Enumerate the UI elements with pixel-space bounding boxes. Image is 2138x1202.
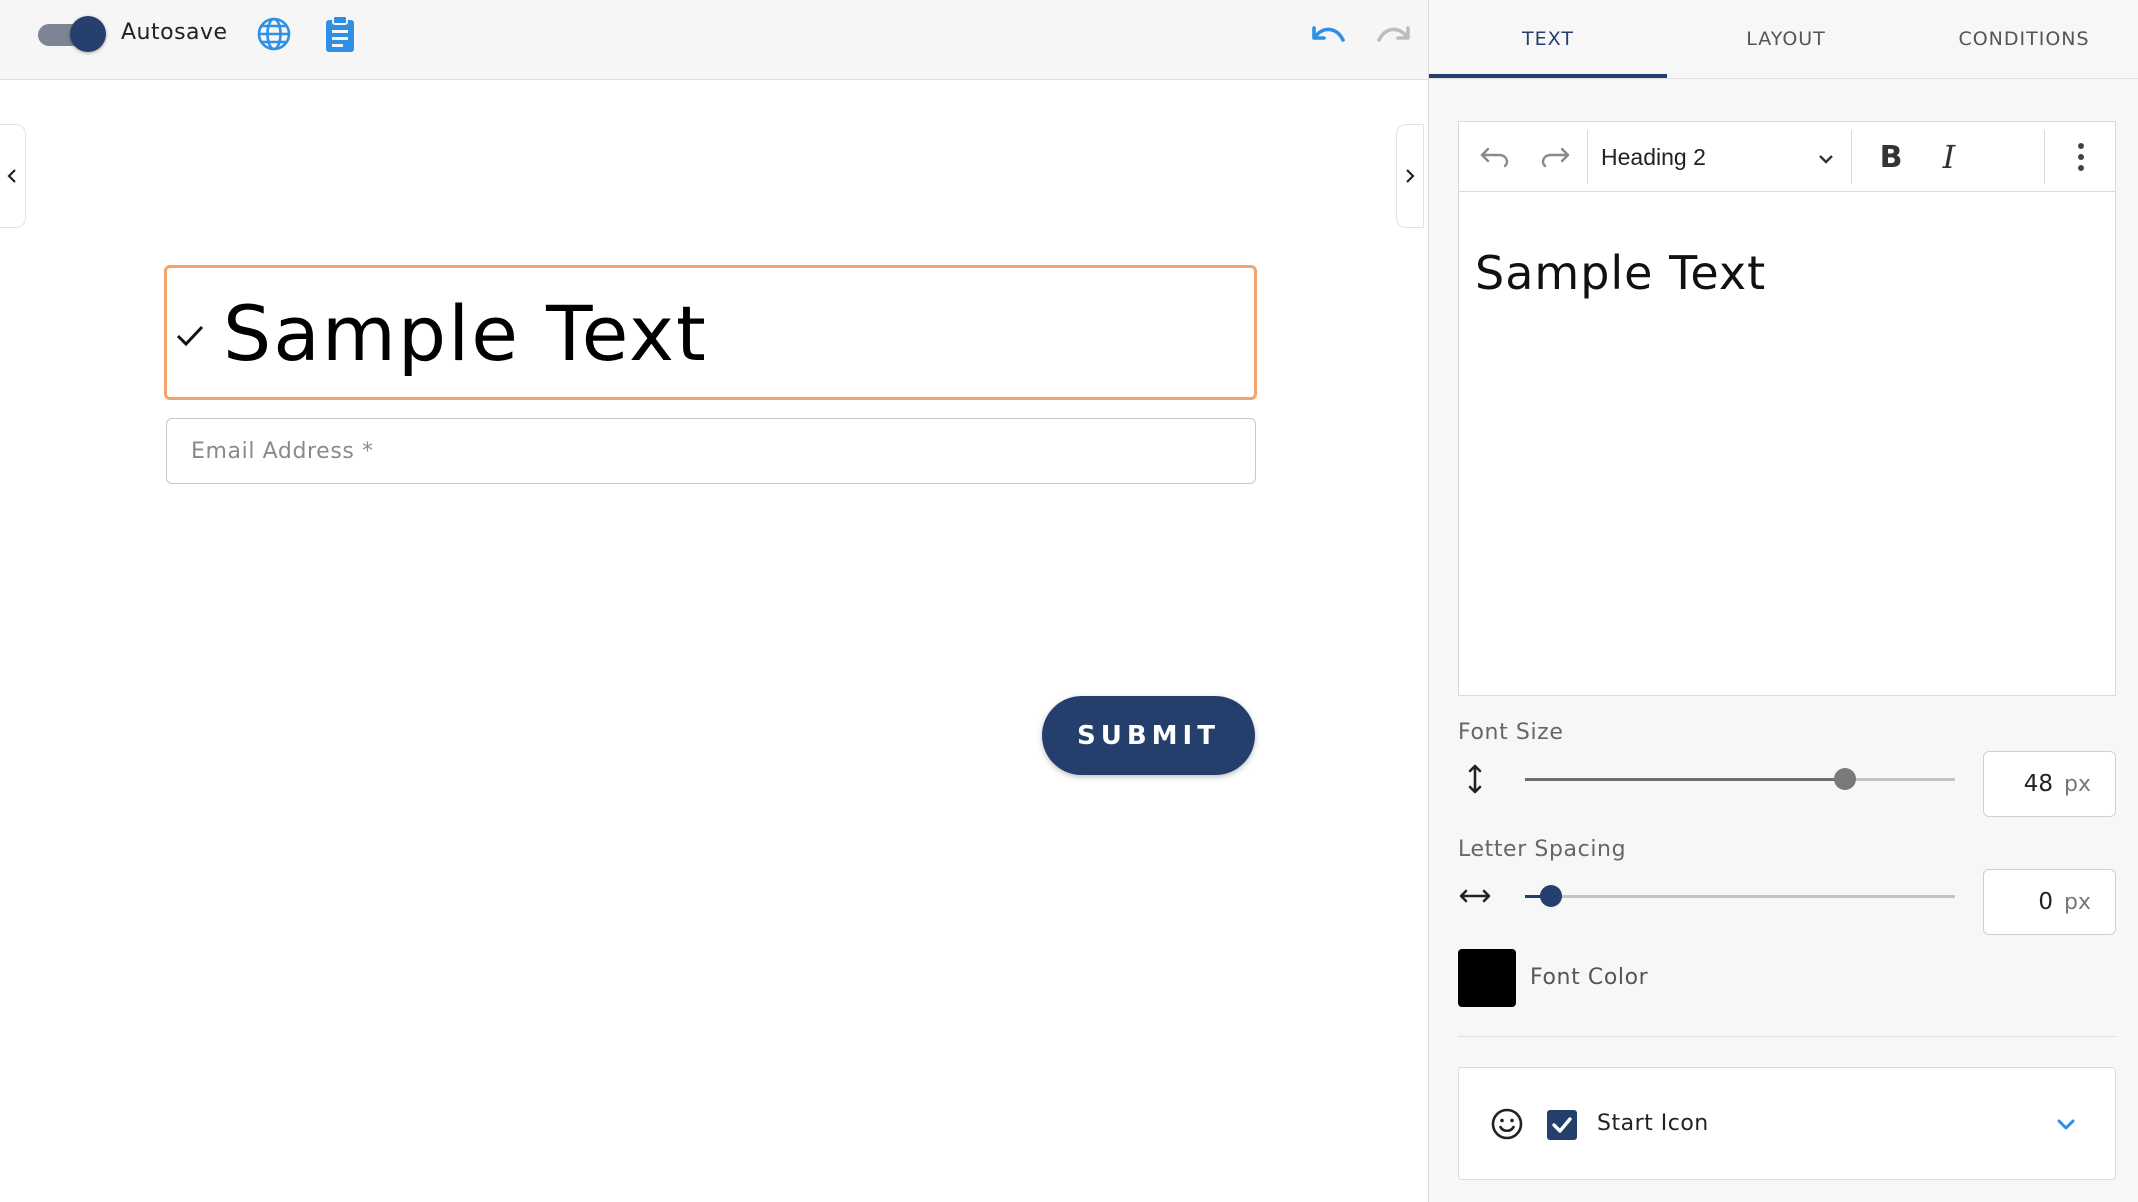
globe-icon[interactable]	[256, 16, 292, 52]
submit-button[interactable]: SUBMIT	[1042, 696, 1255, 775]
more-vertical-icon[interactable]	[2059, 136, 2103, 178]
start-icon-checkbox[interactable]	[1547, 1110, 1577, 1140]
checkmark-icon	[176, 325, 204, 347]
letter-spacing-value: 0	[2038, 889, 2053, 915]
slider-thumb[interactable]	[1539, 885, 1562, 907]
tab-text[interactable]: TEXT	[1429, 0, 1667, 78]
editor-content-text[interactable]: Sample Text	[1475, 246, 1766, 300]
start-icon-section: Start Icon	[1458, 1067, 2116, 1180]
letter-spacing-input[interactable]: 0 px	[1983, 869, 2116, 935]
font-size-value: 48	[2023, 771, 2053, 797]
block-style-dropdown[interactable]: Heading 2	[1601, 136, 1837, 178]
expand-chevron-icon[interactable]	[2049, 1108, 2083, 1142]
heading-text: Sample Text	[223, 289, 708, 378]
redo-icon[interactable]	[1374, 18, 1414, 50]
chevron-right-icon	[1406, 169, 1415, 183]
letter-spacing-label: Letter Spacing	[1458, 837, 1627, 862]
toolbar-separator	[2044, 130, 2045, 184]
clipboard-icon[interactable]	[322, 14, 358, 54]
editor-redo-icon[interactable]	[1533, 136, 1577, 178]
slider-rail	[1525, 895, 1955, 898]
next-page-button[interactable]	[1396, 124, 1424, 228]
smiley-icon	[1491, 1108, 1523, 1140]
editor-toolbar: Heading 2 B I	[1459, 122, 2115, 192]
autosave-label: Autosave	[121, 20, 228, 45]
email-address-field[interactable]	[166, 418, 1256, 484]
font-color-swatch[interactable]	[1458, 949, 1516, 1007]
block-style-value: Heading 2	[1601, 144, 1706, 170]
font-size-slider[interactable]	[1525, 764, 1955, 794]
font-size-unit: px	[2064, 772, 2091, 797]
rich-text-editor: Heading 2 B I Sample Text	[1458, 121, 2116, 696]
chevron-down-icon	[1819, 155, 1833, 164]
active-tab-indicator	[1429, 74, 1667, 78]
font-size-input[interactable]: 48 px	[1983, 751, 2116, 817]
toolbar-separator	[1587, 130, 1588, 184]
italic-label: I	[1942, 138, 1956, 176]
panel-tabs: TEXT LAYOUT CONDITIONS	[1429, 0, 2138, 79]
previous-page-button[interactable]	[0, 124, 26, 228]
tab-conditions[interactable]: CONDITIONS	[1905, 0, 2138, 78]
editor-undo-icon[interactable]	[1473, 136, 1517, 178]
horizontal-resize-icon	[1459, 889, 1491, 903]
settings-panel: TEXT LAYOUT CONDITIONS Heading 2 B I Sam…	[1428, 0, 2138, 1202]
tab-layout[interactable]: LAYOUT	[1667, 0, 1905, 78]
start-icon-label: Start Icon	[1597, 1111, 1709, 1136]
toolbar-separator	[1851, 130, 1852, 184]
letter-spacing-unit: px	[2064, 890, 2091, 915]
vertical-resize-icon	[1468, 764, 1482, 794]
bold-label: B	[1879, 139, 1903, 175]
italic-icon[interactable]: I	[1927, 136, 1971, 178]
bold-icon[interactable]: B	[1869, 136, 1913, 178]
panel-divider	[1458, 1036, 2116, 1037]
top-toolbar: Autosave	[0, 0, 1428, 80]
undo-icon[interactable]	[1308, 18, 1348, 50]
font-color-label: Font Color	[1530, 965, 1649, 990]
autosave-toggle[interactable]	[36, 16, 106, 52]
chevron-left-icon	[7, 169, 16, 183]
checkbox-checked-icon	[1552, 1117, 1572, 1133]
letter-spacing-slider[interactable]	[1525, 881, 1955, 911]
form-canvas: Autosave Sample Text Email Address * SUB…	[0, 0, 1428, 1202]
heading-block-selected[interactable]: Sample Text	[164, 265, 1257, 400]
toggle-knob	[70, 16, 106, 52]
font-size-label: Font Size	[1458, 720, 1564, 745]
form-builder-app: Autosave Sample Text Email Address * SUB…	[0, 0, 2138, 1202]
slider-thumb[interactable]	[1834, 768, 1857, 790]
slider-fill	[1525, 778, 1846, 781]
